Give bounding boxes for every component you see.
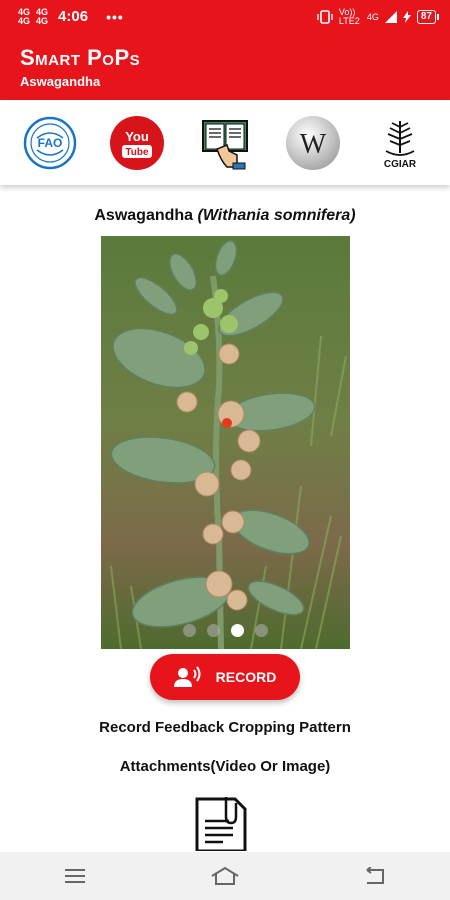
app-title: Smart PoPs bbox=[20, 45, 141, 70]
carousel-dot-active[interactable] bbox=[231, 624, 244, 637]
svg-text:FAO: FAO bbox=[37, 136, 62, 150]
plant-title: Aswagandha (Withania somnifera) bbox=[0, 207, 450, 225]
carousel-dot[interactable] bbox=[255, 624, 268, 637]
voice-record-icon bbox=[173, 666, 201, 687]
record-button[interactable]: RECORD bbox=[150, 654, 300, 700]
more-notifications-icon: ••• bbox=[106, 8, 124, 25]
signal-label: 4G bbox=[366, 11, 379, 22]
record-button-label: RECORD bbox=[215, 669, 277, 685]
fao-logo-icon[interactable]: FAO bbox=[22, 115, 78, 171]
network-1-bottom: 4G bbox=[18, 15, 31, 26]
cgiar-logo-icon[interactable]: CGIAR bbox=[372, 115, 428, 171]
system-nav-bar bbox=[0, 852, 450, 900]
feedback-heading-line2: Attachments(Video Or Image) bbox=[119, 758, 331, 775]
plant-photo bbox=[101, 236, 350, 649]
svg-text:CGIAR: CGIAR bbox=[384, 159, 417, 170]
back-arrow-icon bbox=[366, 867, 384, 884]
app-bar: Smart PoPs Aswagandha bbox=[0, 33, 450, 100]
status-left: 4G 4G 4G 4G 4:06 ••• bbox=[18, 7, 124, 26]
attachment-document-icon[interactable] bbox=[193, 795, 249, 853]
carousel-dot[interactable] bbox=[183, 624, 196, 637]
network-2-bottom: 4G bbox=[36, 15, 49, 26]
svg-text:W: W bbox=[299, 129, 326, 160]
home-icon bbox=[211, 866, 239, 885]
status-right: Vo)) LTE2 4G 87 bbox=[317, 6, 440, 26]
plant-scientific-name: (Withania somnifera) bbox=[197, 207, 356, 224]
carousel-dot[interactable] bbox=[207, 624, 220, 637]
status-bar: 4G 4G 4G 4G 4:06 ••• Vo)) LTE2 4G 87 bbox=[0, 0, 450, 33]
book-reader-icon[interactable] bbox=[197, 115, 253, 171]
youtube-logo-icon[interactable]: You Tube bbox=[109, 115, 165, 171]
back-button[interactable] bbox=[345, 856, 405, 896]
app-subtitle: Aswagandha bbox=[20, 74, 101, 89]
vibrate-icon bbox=[317, 9, 333, 24]
feedback-heading-line1: Record Feedback Cropping Pattern bbox=[99, 719, 351, 736]
home-button[interactable] bbox=[195, 856, 255, 896]
plant-image-carousel[interactable] bbox=[101, 236, 350, 649]
svg-text:You: You bbox=[126, 129, 150, 144]
svg-text:Tube: Tube bbox=[126, 147, 150, 158]
status-time: 4:06 bbox=[58, 8, 89, 25]
plant-common-name: Aswagandha bbox=[94, 207, 194, 224]
recent-apps-button[interactable] bbox=[45, 856, 105, 896]
signal-strength-icon bbox=[384, 10, 397, 23]
network-indicator-1: 4G 4G bbox=[18, 7, 31, 26]
wikipedia-logo-icon[interactable]: W bbox=[285, 115, 341, 171]
charging-icon bbox=[402, 10, 411, 23]
network-indicator-2: 4G 4G bbox=[36, 7, 49, 26]
battery-indicator: 87 bbox=[416, 9, 440, 24]
external-links-bar: FAO You Tube W CGIAR bbox=[0, 100, 450, 185]
carousel-indicator bbox=[101, 624, 350, 637]
menu-lines-icon bbox=[65, 869, 85, 883]
carrier-info: Vo)) LTE2 bbox=[338, 6, 360, 26]
